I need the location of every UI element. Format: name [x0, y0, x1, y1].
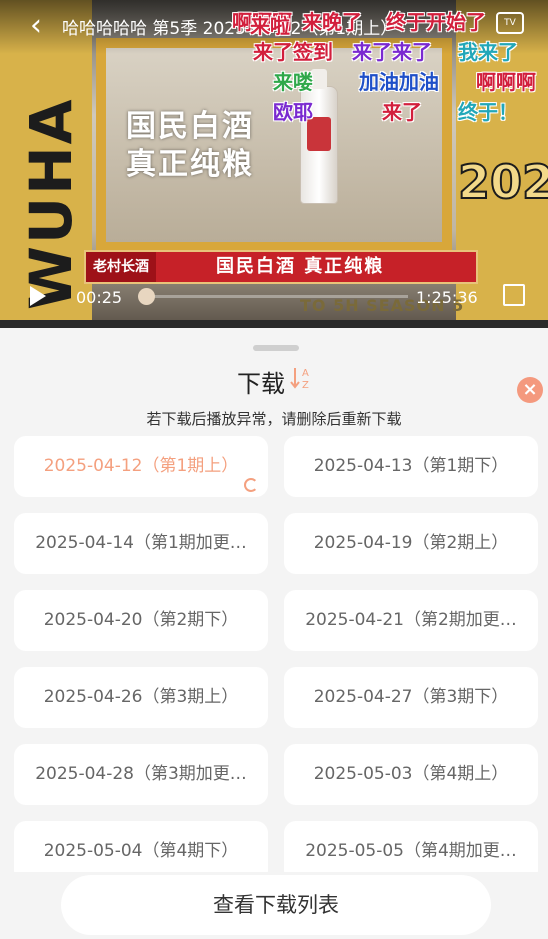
episode-label: 2025-04-13（第1期下）	[313, 456, 509, 476]
episode-label: 2025-04-28（第3期加更…	[35, 764, 247, 784]
danmaku-comment: 来喽	[273, 70, 313, 94]
episode-label: 2025-04-21（第2期加更…	[305, 610, 517, 630]
episode-label: 2025-05-04（第4期下）	[43, 841, 239, 861]
danmaku-comment: 来啦	[250, 14, 290, 38]
fullscreen-icon[interactable]	[503, 284, 525, 306]
episode-item[interactable]: 2025-04-21（第2期加更…	[284, 590, 538, 651]
total-time: 1:25:36	[416, 288, 478, 307]
current-time: 00:25	[76, 288, 123, 307]
year-logo-text: 2025	[457, 155, 548, 209]
danmaku-comment: 终于！	[458, 100, 518, 124]
progress-bar[interactable]	[140, 295, 408, 298]
episode-item[interactable]: 2025-04-13（第1期下）	[284, 436, 538, 497]
play-icon[interactable]	[30, 286, 46, 306]
svg-text:Z: Z	[302, 380, 309, 391]
danmaku-comment: 我来了	[458, 40, 518, 64]
wuha-logo-text: WUHA	[17, 97, 85, 310]
danmaku-comment: 来了	[382, 100, 422, 124]
player-bottom-edge	[0, 320, 548, 328]
drag-handle[interactable]	[253, 345, 299, 351]
episode-label: 2025-04-14（第1期加更…	[35, 533, 247, 553]
view-download-list-button[interactable]: 查看下载列表	[61, 875, 491, 935]
danmaku-comment: 欧耶	[273, 100, 313, 124]
episode-label: 2025-04-20（第2期下）	[43, 610, 239, 630]
episode-item[interactable]: 2025-04-12（第1期上）	[14, 436, 268, 497]
danmaku-comment: 来晚了	[302, 10, 362, 34]
danmaku-comment: 来了签到	[253, 40, 333, 64]
episode-item[interactable]: 2025-04-20（第2期下）	[14, 590, 268, 651]
back-chevron-icon[interactable]: ‹	[22, 10, 50, 42]
episode-item[interactable]: 2025-04-14（第1期加更…	[14, 513, 268, 574]
episode-label: 2025-04-12（第1期上）	[43, 456, 239, 476]
episode-label: 2025-05-03（第4期上）	[313, 764, 509, 784]
danmaku-comment: 加油加油	[359, 70, 439, 94]
video-player[interactable]: WUHA 2025 国民白酒 真正纯粮 老村长酒 国民白酒 真正纯粮 TO 5H…	[0, 0, 548, 328]
episode-label: 2025-05-05（第4期加更…	[305, 841, 517, 861]
episode-label: 2025-04-19（第2期上）	[313, 533, 509, 553]
episode-label: 2025-04-26（第3期上）	[43, 687, 239, 707]
episode-item[interactable]: 2025-04-28（第3期加更…	[14, 744, 268, 805]
episode-item[interactable]: 2025-04-27（第3期下）	[284, 667, 538, 728]
ad-headline: 国民白酒 真正纯粮	[126, 108, 254, 184]
loading-spinner-icon	[244, 478, 258, 492]
episode-label: 2025-04-27（第3期下）	[313, 687, 509, 707]
episode-item[interactable]: 2025-04-19（第2期上）	[284, 513, 538, 574]
danmaku-comment: 终于开始了	[386, 10, 486, 34]
sort-az-icon[interactable]: A Z	[290, 364, 316, 392]
danmaku-comment: 啊啊啊	[476, 70, 536, 94]
player-controls: 00:25 1:25:36	[0, 276, 548, 316]
progress-thumb[interactable]	[138, 288, 155, 305]
danmaku-comment: 来了来了	[352, 40, 432, 64]
sheet-title: 下载	[237, 370, 285, 398]
ad-headline-line2: 真正纯粮	[126, 147, 254, 182]
episode-item[interactable]: 2025-05-03（第4期上）	[284, 744, 538, 805]
svg-text:A: A	[302, 368, 309, 379]
episode-item[interactable]: 2025-04-26（第3期上）	[14, 667, 268, 728]
cast-tv-icon[interactable]: TV	[496, 12, 524, 34]
download-sheet: 下载 A Z × 若下载后播放异常，请删除后重新下载 2025-04-12（第1…	[0, 328, 548, 939]
download-note: 若下载后播放异常，请删除后重新下载	[146, 410, 402, 428]
ad-headline-line1: 国民白酒	[126, 109, 254, 144]
close-icon[interactable]: ×	[517, 377, 543, 403]
